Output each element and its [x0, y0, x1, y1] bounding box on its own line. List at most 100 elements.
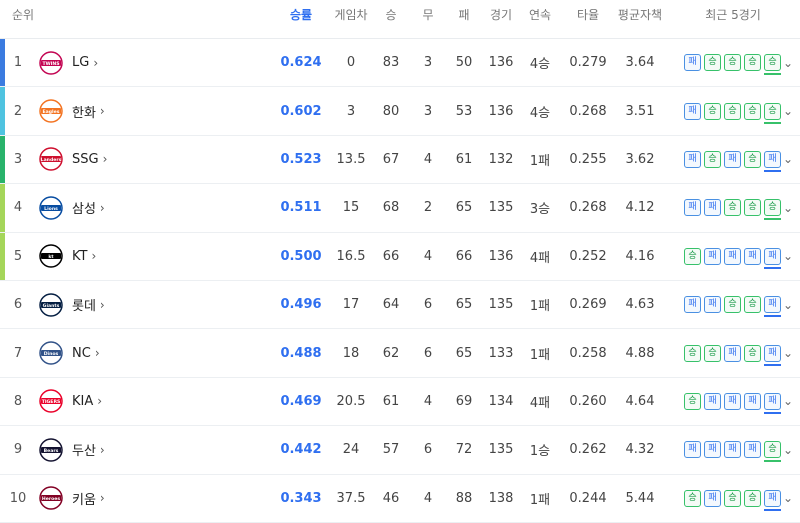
result-badge: 패	[704, 489, 721, 507]
result-badge: 승	[684, 489, 701, 507]
chevron-down-icon[interactable]: ⌄	[783, 136, 793, 183]
team-link[interactable]: Giants 롯데 ›	[38, 281, 105, 328]
team-link[interactable]: Dinos NC ›	[38, 329, 100, 376]
svg-text:kt: kt	[48, 254, 54, 260]
table-row[interactable]: 7 Dinos NC › 0.488 18 62 6 65 133 1패 0.258 4.88 승 승 패 승 패…	[0, 329, 800, 378]
result-badge: 승	[704, 150, 721, 168]
team-logo-icon: Eagles	[38, 98, 64, 124]
header-era[interactable]: 평균자책	[618, 0, 662, 30]
rank-cell: 2	[13, 103, 23, 119]
table-row[interactable]: 4 Lions 삼성 › 0.511 15 68 2 65 135 3승 0.268 4.12 패 패 승 승 승…	[0, 184, 800, 233]
team-logo-icon: TIGERS	[38, 388, 64, 414]
svg-text:Heroes: Heroes	[42, 496, 60, 502]
chevron-down-icon[interactable]: ⌄	[783, 184, 793, 231]
gb-cell: 3	[346, 103, 356, 119]
table-row[interactable]: 8 TIGERS KIA › 0.469 20.5 61 4 69 134 4패 0.260 4.64 승…	[0, 378, 800, 427]
era-cell: 5.44	[625, 490, 655, 506]
chevron-down-icon[interactable]: ⌄	[783, 426, 793, 473]
team-name: 두산	[72, 444, 96, 460]
svg-text:TIGERS: TIGERS	[42, 399, 61, 405]
result-badge: 승	[704, 54, 721, 72]
result-badge: 패	[744, 441, 761, 459]
wpct-cell: 0.469	[280, 393, 322, 409]
chevron-down-icon[interactable]: ⌄	[783, 39, 793, 86]
team-link[interactable]: TWINS LG ›	[38, 39, 98, 86]
era-cell: 3.62	[625, 151, 655, 167]
chevron-down-icon[interactable]: ⌄	[783, 378, 793, 425]
result-badge: 패	[704, 392, 721, 410]
table-row[interactable]: 6 Giants 롯데 › 0.496 17 64 6 65 135 1패 0.269 4.63 패 패 승 승…	[0, 281, 800, 330]
l-cell: 50	[455, 55, 473, 71]
table-row[interactable]: 3 Landers SSG › 0.523 13.5 67 4 61 132 1패 0.255 3.62…	[0, 135, 800, 185]
team-link[interactable]: Bears 두산 ›	[38, 426, 105, 473]
rank-indicator-bar	[0, 87, 5, 135]
rank-indicator-bar	[0, 135, 5, 184]
team-name: NC	[72, 345, 91, 361]
result-badge: 승	[764, 102, 781, 124]
chevron-down-icon[interactable]: ⌄	[783, 281, 793, 328]
result-badge: 패	[724, 441, 741, 459]
table-row[interactable]: 9 Bears 두산 › 0.442 24 57 6 72 135 1승 0.262 4.32 패 패 패 패 승…	[0, 426, 800, 475]
result-badge: 패	[764, 247, 781, 269]
result-badge: 승	[684, 392, 701, 410]
recent-games: 패패승승패	[684, 281, 784, 328]
result-badge: 승	[724, 296, 741, 314]
l-cell: 66	[455, 248, 473, 264]
wpct-cell: 0.488	[280, 345, 322, 361]
d-cell: 3	[423, 103, 433, 119]
recent-games: 패승승승승	[684, 87, 784, 134]
team-link[interactable]: Heroes 키움 ›	[38, 475, 105, 522]
d-cell: 3	[423, 55, 433, 71]
gb-cell: 20.5	[336, 393, 366, 409]
table-row[interactable]: 5 kt KT › 0.500 16.5 66 4 66 136 4패 0.252 4.16 승 패 패 패 패 ⌄	[0, 232, 800, 281]
avg-cell: 0.279	[569, 55, 607, 71]
team-link[interactable]: Landers SSG ›	[38, 136, 107, 183]
streak-cell: 1패	[529, 299, 551, 315]
result-badge: 승	[764, 441, 781, 463]
table-row[interactable]: 2 Eagles 한화 › 0.602 3 80 3 53 136 4승 0.268 3.51 패 승 승 승 승…	[0, 87, 800, 136]
team-link[interactable]: TIGERS KIA ›	[38, 378, 102, 425]
d-cell: 6	[423, 442, 433, 458]
team-logo-icon: Dinos	[38, 340, 64, 366]
d-cell: 4	[423, 248, 433, 264]
l-cell: 69	[455, 393, 473, 409]
result-badge: 패	[684, 441, 701, 459]
result-badge: 승	[724, 54, 741, 72]
header-rank[interactable]: 순위	[12, 0, 34, 30]
chevron-right-icon: ›	[93, 55, 99, 70]
header-streak[interactable]: 연속	[529, 0, 551, 30]
chevron-right-icon: ›	[99, 297, 105, 312]
result-badge: 승	[704, 102, 721, 120]
avg-cell: 0.262	[569, 442, 607, 458]
table-row[interactable]: 10 Heroes 키움 › 0.343 37.5 46 4 88 138 1패 0.244 5.44 승…	[0, 475, 800, 523]
header-avg[interactable]: 타율	[577, 0, 599, 30]
chevron-down-icon[interactable]: ⌄	[783, 233, 793, 280]
chevron-right-icon: ›	[99, 200, 105, 215]
team-link[interactable]: Lions 삼성 ›	[38, 184, 105, 231]
result-badge: 패	[744, 392, 761, 410]
header-l[interactable]: 패	[458, 0, 469, 30]
team-name: 키움	[72, 492, 96, 508]
table-row[interactable]: 1 TWINS LG › 0.624 0 83 3 50 136 4승 0.279 3.64 패 승 승 승 승 ⌄	[0, 39, 800, 88]
header-wpct[interactable]: 승률	[290, 0, 312, 30]
chevron-down-icon[interactable]: ⌄	[783, 475, 793, 522]
team-link[interactable]: kt KT ›	[38, 233, 96, 280]
rank-indicator-bar	[0, 232, 5, 280]
header-w[interactable]: 승	[385, 0, 396, 30]
team-logo-icon: Landers	[38, 146, 64, 172]
chevron-right-icon: ›	[94, 346, 100, 361]
header-d[interactable]: 무	[422, 0, 433, 30]
chevron-down-icon[interactable]: ⌄	[783, 87, 793, 134]
team-link[interactable]: Eagles 한화 ›	[38, 87, 105, 134]
gb-cell: 18	[342, 345, 360, 361]
header-gb[interactable]: 게임차	[334, 0, 367, 30]
chevron-down-icon[interactable]: ⌄	[783, 329, 793, 376]
rank-cell: 9	[13, 442, 23, 458]
g-cell: 136	[488, 248, 514, 264]
streak-cell: 4패	[529, 250, 551, 266]
header-g[interactable]: 경기	[490, 0, 512, 30]
w-cell: 57	[382, 442, 400, 458]
team-logo-icon: TWINS	[38, 50, 64, 76]
gb-cell: 37.5	[336, 490, 366, 506]
g-cell: 136	[488, 103, 514, 119]
